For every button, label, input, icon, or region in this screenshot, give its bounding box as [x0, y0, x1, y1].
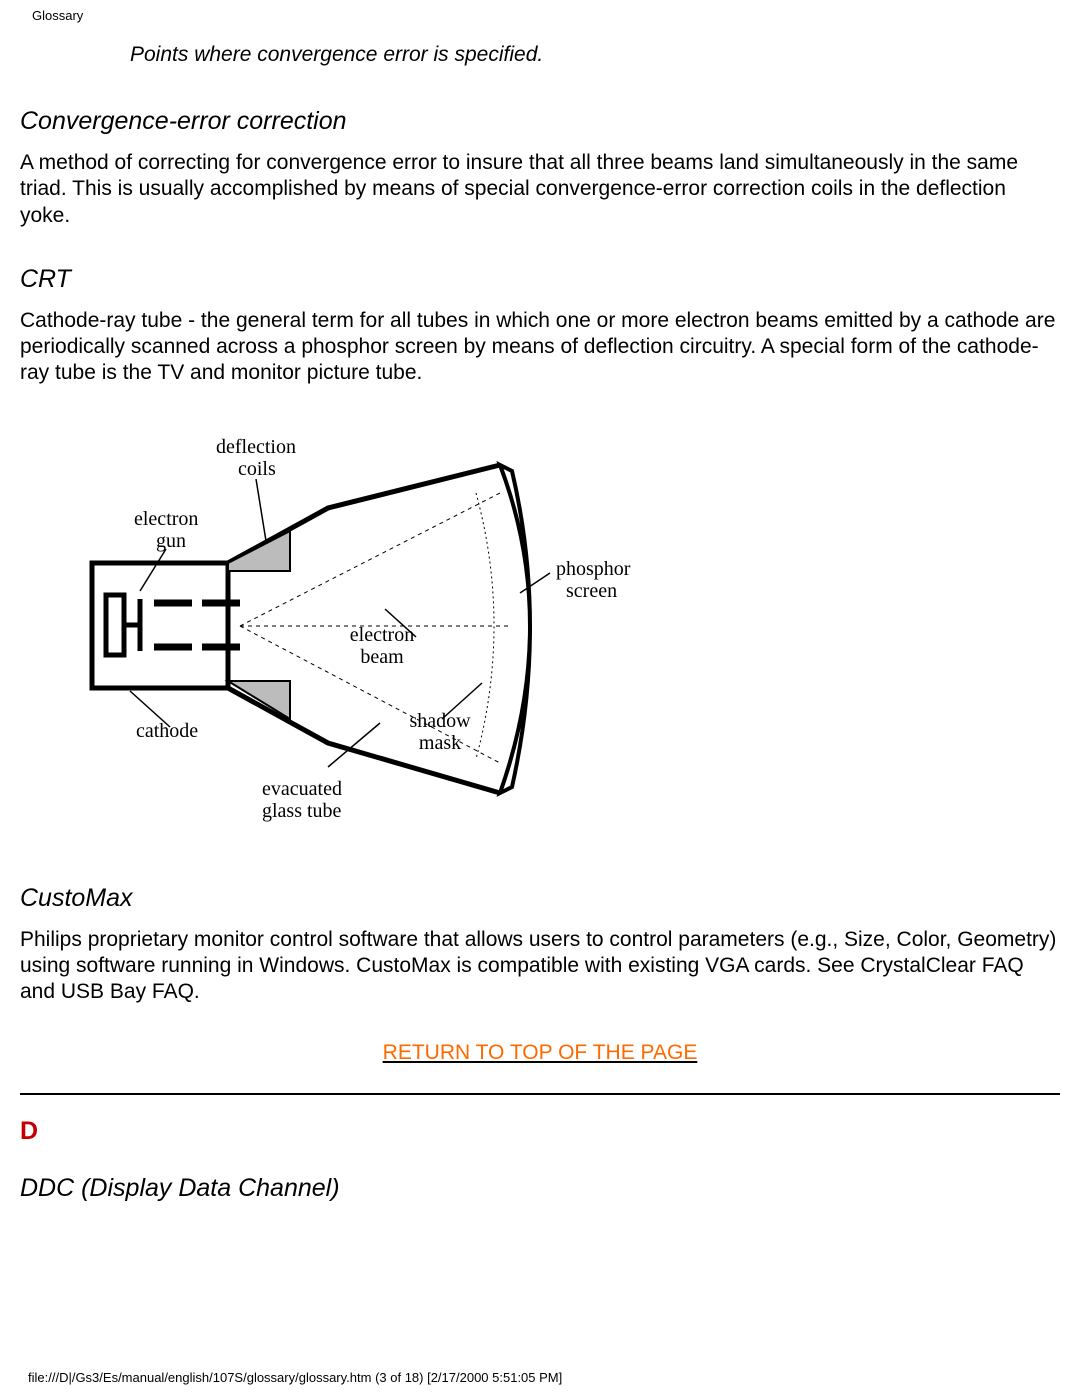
- label-electron-beam-2: beam: [360, 646, 404, 668]
- page-footer-path: file:///D|/Gs3/Es/manual/english/107S/gl…: [28, 1370, 562, 1385]
- label-phosphor-2: screen: [566, 580, 617, 602]
- term-crt-body: Cathode-ray tube - the general term for …: [20, 308, 1060, 387]
- label-shadow-mask-1: shadow: [409, 710, 471, 732]
- label-phosphor-1: phosphor: [556, 558, 631, 580]
- term-customax-body: Philips proprietary monitor control soft…: [20, 927, 1060, 1006]
- label-shadow-mask-2: mask: [419, 732, 461, 754]
- term-customax-heading: CustoMax: [20, 884, 1060, 913]
- label-deflection-coils-1: deflection: [216, 436, 296, 458]
- label-deflection-coils-2: coils: [238, 458, 276, 480]
- term-convergence-body: A method of correcting for convergence e…: [20, 150, 1060, 229]
- return-to-top-anchor[interactable]: RETURN TO TOP OF THE PAGE: [383, 1041, 698, 1064]
- figure-caption: Points where convergence error is specif…: [130, 43, 1060, 67]
- page-header-title: Glossary: [32, 8, 1060, 23]
- term-convergence-heading: Convergence-error correction: [20, 107, 1060, 136]
- page-container: Glossary Points where convergence error …: [0, 0, 1080, 1397]
- label-evacuated-1: evacuated: [262, 778, 342, 800]
- section-letter-d: D: [20, 1117, 1060, 1146]
- label-cathode: cathode: [136, 720, 198, 742]
- crt-diagram: deflection coils electron gun phosphor s…: [80, 423, 1060, 848]
- return-to-top-link[interactable]: RETURN TO TOP OF THE PAGE: [20, 1041, 1060, 1065]
- term-ddc-heading: DDC (Display Data Channel): [20, 1174, 1060, 1203]
- label-evacuated-2: glass tube: [262, 800, 342, 822]
- section-divider: [20, 1093, 1060, 1095]
- label-electron-gun-1: electron: [134, 508, 198, 530]
- term-crt-heading: CRT: [20, 265, 1060, 294]
- label-electron-beam-1: electron: [350, 624, 414, 646]
- label-electron-gun-2: gun: [156, 530, 186, 552]
